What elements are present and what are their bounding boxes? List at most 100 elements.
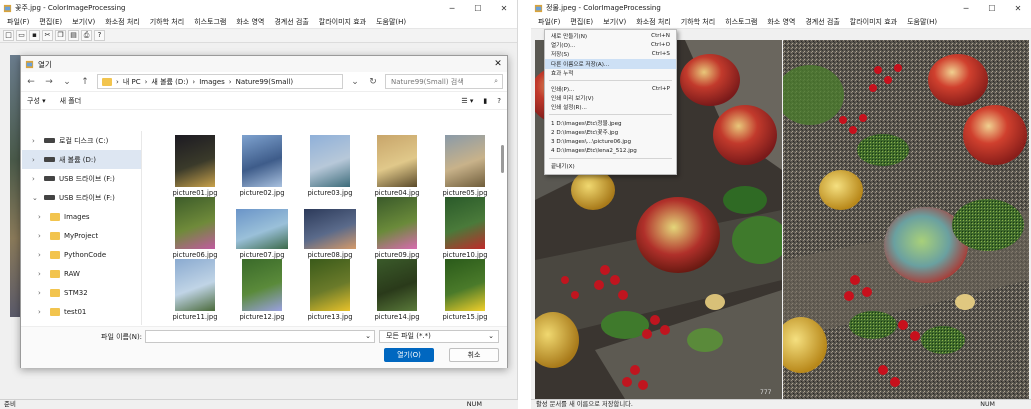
file-menu-item[interactable]: 1 D:\Images\Etc\정물.jpeg (545, 118, 676, 127)
file-item[interactable]: picture06.jpg (162, 197, 228, 259)
file-item[interactable]: picture05.jpg (432, 135, 498, 197)
help-icon[interactable]: ? (497, 97, 501, 105)
filetype-select[interactable]: 모든 파일 (*.*) ⌄ (379, 330, 499, 343)
new-icon[interactable]: □ (3, 30, 14, 41)
menu-item[interactable]: 경계선 검출 (269, 17, 313, 27)
address-bar[interactable]: › 내 PC › 새 볼륨 (D:) › Images › Nature99(Small) (97, 74, 343, 89)
nav-item[interactable]: › PythonCode (22, 245, 141, 264)
nav-item[interactable]: › 새 볼륨 (D:) (22, 150, 141, 169)
organize-button[interactable]: 구성 ▾ (27, 96, 46, 106)
file-menu-item[interactable]: 효과 누적 (545, 69, 676, 78)
menu-item[interactable]: 칼라이미지 효과 (845, 17, 902, 27)
print-icon[interactable]: ⎙ (81, 30, 92, 41)
menu-item[interactable]: 히스토그램 (720, 17, 762, 27)
dialog-close-icon[interactable]: ✕ (489, 59, 507, 69)
menu-item[interactable]: 히스토그램 (189, 17, 231, 27)
menu-item[interactable]: 보기(V) (598, 17, 631, 27)
breadcrumb-item[interactable]: Images (199, 78, 225, 86)
file-item[interactable]: picture14.jpg (364, 259, 430, 321)
nav-item[interactable]: › RAW (22, 264, 141, 283)
chevron-right-icon[interactable]: › (32, 137, 40, 145)
file-item[interactable]: picture12.jpg (229, 259, 295, 321)
maximize-icon[interactable]: ☐ (465, 4, 491, 13)
chevron-right-icon[interactable]: › (38, 232, 46, 240)
minimize-icon[interactable]: ─ (953, 4, 979, 13)
file-item[interactable]: picture03.jpg (297, 135, 363, 197)
file-menu-item[interactable]: 인쇄(P)... Ctrl+P (545, 84, 676, 93)
cut-icon[interactable]: ✂ (42, 30, 53, 41)
file-menu-item[interactable]: 2 D:\Images\Etc\꽃주.jpg (545, 128, 676, 137)
menu-item[interactable]: 화소점 처리 (631, 17, 675, 27)
close-icon[interactable]: ✕ (491, 4, 517, 13)
chevron-right-icon[interactable]: › (32, 156, 40, 164)
nav-item[interactable]: › USB 드라이브 (F:) (22, 169, 141, 188)
menu-item[interactable]: 기하학 처리 (676, 17, 720, 27)
chevron-right-icon[interactable]: › (38, 213, 46, 221)
chevron-right-icon[interactable]: › (38, 251, 46, 259)
address-dropdown-icon[interactable]: ⌄ (349, 77, 361, 87)
menu-item[interactable]: 도움말(H) (902, 17, 942, 27)
refresh-icon[interactable]: ↻ (367, 77, 379, 87)
file-item[interactable]: picture07.jpg (229, 197, 295, 259)
search-input[interactable]: Nature99(Small) 검색 ⌕ (385, 74, 503, 89)
chevron-down-icon[interactable]: ⌄ (365, 332, 371, 340)
menu-item[interactable]: 경계선 검출 (800, 17, 844, 27)
view-mode-icon[interactable]: ☰ ▾ (461, 97, 473, 105)
menu-item[interactable]: 화소점 처리 (100, 17, 144, 27)
preview-pane-icon[interactable]: ▮ (483, 97, 487, 105)
chevron-right-icon[interactable]: › (38, 270, 46, 278)
file-item[interactable]: picture10.jpg (432, 197, 498, 259)
file-item[interactable]: picture11.jpg (162, 259, 228, 321)
maximize-icon[interactable]: ☐ (979, 4, 1005, 13)
file-item[interactable]: picture15.jpg (432, 259, 498, 321)
file-menu-item[interactable]: 끝내기(X) (545, 162, 676, 171)
breadcrumb-item[interactable]: Nature99(Small) (236, 78, 294, 86)
minimize-icon[interactable]: ─ (439, 4, 465, 13)
menu-item[interactable]: 칼라이미지 효과 (314, 17, 371, 27)
file-menu-item[interactable]: 다른 이름으로 저장(A)... (545, 59, 676, 69)
chevron-down-icon[interactable]: ⌄ (61, 77, 73, 87)
chevron-right-icon[interactable]: › (32, 175, 40, 183)
nav-item[interactable]: › 로컬 디스크 (C:) (22, 131, 141, 150)
menu-item[interactable]: 파일(F) (533, 17, 565, 27)
close-icon[interactable]: ✕ (1005, 4, 1031, 13)
file-menu-item[interactable]: 새로 만들기(N) Ctrl+N (545, 31, 676, 40)
nav-item[interactable]: ⌄ USB 드라이브 (F:) (22, 188, 141, 207)
file-item[interactable]: picture01.jpg (162, 135, 228, 197)
up-arrow-icon[interactable]: ↑ (79, 77, 91, 87)
file-list-scrollbar[interactable] (500, 131, 506, 325)
filename-input[interactable]: ⌄ (145, 330, 375, 343)
chevron-down-icon[interactable]: ⌄ (32, 194, 40, 202)
menu-item[interactable]: 기하학 처리 (145, 17, 189, 27)
breadcrumb-item[interactable]: 내 PC (123, 77, 141, 87)
file-item[interactable]: picture08.jpg (297, 197, 363, 259)
menu-item[interactable]: 도움말(H) (371, 17, 411, 27)
help-icon[interactable]: ? (94, 30, 105, 41)
file-item[interactable]: picture02.jpg (229, 135, 295, 197)
file-menu-item[interactable]: 저장(S) Ctrl+S (545, 50, 676, 59)
nav-item[interactable]: › STM32 (22, 283, 141, 302)
copy-icon[interactable]: ❐ (55, 30, 66, 41)
menu-item[interactable]: 보기(V) (67, 17, 100, 27)
menu-item[interactable]: 파일(F) (2, 17, 34, 27)
breadcrumb-item[interactable]: 새 볼륨 (D:) (151, 77, 188, 87)
file-menu-item[interactable]: 열기(O)... Ctrl+O (545, 40, 676, 49)
back-arrow-icon[interactable]: ← (25, 77, 37, 87)
paste-icon[interactable]: ▤ (68, 30, 79, 41)
forward-arrow-icon[interactable]: → (43, 77, 55, 87)
menu-item[interactable]: 화소 영역 (762, 17, 800, 27)
file-item[interactable]: picture09.jpg (364, 197, 430, 259)
chevron-right-icon[interactable]: › (38, 308, 46, 316)
menu-item[interactable]: 편집(E) (565, 17, 598, 27)
menu-item[interactable]: 화소 영역 (231, 17, 269, 27)
chevron-right-icon[interactable]: › (38, 289, 46, 297)
cancel-button[interactable]: 취소 (449, 348, 499, 362)
nav-item[interactable]: › MyProject (22, 226, 141, 245)
file-item[interactable]: picture13.jpg (297, 259, 363, 321)
open-icon[interactable]: ▭ (16, 30, 27, 41)
file-menu-item[interactable]: 인쇄 설정(R)... (545, 103, 676, 112)
save-icon[interactable]: ▪ (29, 30, 40, 41)
new-folder-button[interactable]: 새 폴더 (60, 96, 82, 106)
nav-item[interactable]: › Images (22, 207, 141, 226)
open-button[interactable]: 열기(O) (384, 348, 434, 362)
